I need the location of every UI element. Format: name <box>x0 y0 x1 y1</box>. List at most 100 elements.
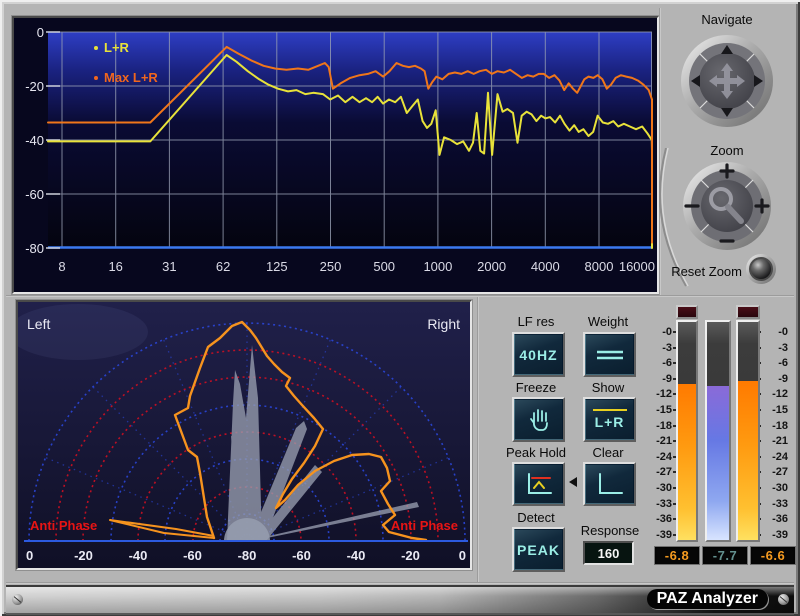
meter-scale-right-label: -36 <box>762 513 788 525</box>
response-value: 160 <box>598 546 620 561</box>
show-value: L+R <box>595 414 625 430</box>
response-value-display[interactable]: 160 <box>583 541 634 565</box>
peak-hold-button[interactable] <box>512 462 565 506</box>
spectrum-y-tick: -60 <box>25 187 44 202</box>
polar-axis-tick: -60 <box>292 548 311 563</box>
spectrum-x-tick: 250 <box>320 259 342 274</box>
legend-item-lr: L+R <box>94 40 129 55</box>
meter-scale-right-label: -27 <box>762 466 788 478</box>
clip-indicator-right[interactable] <box>736 305 760 319</box>
freeze-button[interactable] <box>512 397 565 442</box>
meter-bar-right[interactable] <box>736 320 760 542</box>
meter-scale-left-label: -15 <box>646 404 672 416</box>
meter-scale-left-label: -18 <box>646 420 672 432</box>
lf-res-label: LF res <box>496 315 576 329</box>
show-label: Show <box>568 381 648 395</box>
screw-icon-right <box>778 594 789 605</box>
weight-icon <box>595 348 625 362</box>
paz-analyzer-window: 0-20-40-60-80816316212525050010002000400… <box>0 0 800 616</box>
detect-label: Detect <box>496 511 576 525</box>
clear-button[interactable] <box>583 462 636 506</box>
legend-dot-max-lr <box>94 76 98 80</box>
meter-scale-left-label: -6 <box>646 357 672 369</box>
spectrum-y-tick: -80 <box>25 241 44 256</box>
detect-button[interactable]: PEAK <box>512 527 565 572</box>
plugin-title: PAZ Analyzer <box>647 589 768 609</box>
spectrum-x-tick: 1000 <box>423 259 452 274</box>
polar-axis-tick: -80 <box>238 548 257 563</box>
panel-seam-horizontal <box>6 295 794 297</box>
bottom-bar: PAZ Analyzer <box>6 585 794 615</box>
screw-icon-left <box>12 594 23 605</box>
meter-fill-left <box>678 384 696 540</box>
clip-indicator-left[interactable] <box>676 305 698 319</box>
stereo-position-display[interactable]: 0-20-40-60-80-60-40-200 Left Right Anti … <box>16 300 472 570</box>
meter-scale-left-label: -30 <box>646 482 672 494</box>
meter-scale-right-label: -18 <box>762 420 788 432</box>
polar-axis-tick: -20 <box>401 548 420 563</box>
meter-scale-right-label: -33 <box>762 498 788 510</box>
meter-scale-left-label: -24 <box>646 451 672 463</box>
meter-scale-right-label: -6 <box>762 357 788 369</box>
navigate-pad[interactable] <box>679 33 775 129</box>
meter-readout-right[interactable]: -6.6 <box>750 546 796 565</box>
meter-fill-right <box>738 381 758 540</box>
panel-seam-vertical-bottom <box>477 297 479 583</box>
meter-readout-right-value: -6.6 <box>761 548 785 563</box>
meter-scale-right-label: -3 <box>762 342 788 354</box>
spectrum-x-tick: 125 <box>266 259 288 274</box>
spectrum-x-tick: 8000 <box>585 259 614 274</box>
clear-axes-icon <box>595 471 625 497</box>
right-channel-label: Right <box>427 316 460 332</box>
meter-readout-mid-value: -7.7 <box>713 548 737 563</box>
spectrum-y-tick: 0 <box>37 25 44 40</box>
weight-button[interactable] <box>583 332 636 377</box>
meter-scale-right-label: -9 <box>762 373 788 385</box>
legend-item-max-lr: Max L+R <box>94 70 158 85</box>
antiphase-left-label: Anti Phase <box>30 518 97 533</box>
meter-scale-left-label: -21 <box>646 435 672 447</box>
antiphase-right-label: Anti Phase <box>391 518 458 533</box>
lf-res-button[interactable]: 40HZ <box>512 332 565 377</box>
spectrum-x-tick: 2000 <box>477 259 506 274</box>
legend-label-max-lr: Max L+R <box>104 70 158 85</box>
show-overline <box>593 409 627 411</box>
freeze-label: Freeze <box>496 381 576 395</box>
meter-scale-left-label: -3 <box>646 342 672 354</box>
meter-bar-mid[interactable] <box>705 320 731 542</box>
meter-scale-left-label: -9 <box>646 373 672 385</box>
meter-readout-mid[interactable]: -7.7 <box>702 546 748 565</box>
spectrum-x-tick: 4000 <box>531 259 560 274</box>
navigate-label: Navigate <box>677 13 777 27</box>
meter-scale-left-label: -27 <box>646 466 672 478</box>
meter-fill-mid <box>707 386 729 540</box>
lf-res-value: 40HZ <box>519 347 557 363</box>
weight-label: Weight <box>568 315 648 329</box>
spectrum-x-tick: 8 <box>58 259 65 274</box>
show-button[interactable]: L+R <box>583 397 636 442</box>
spectrum-x-tick: 16000 <box>619 259 655 274</box>
polar-axis-tick: -40 <box>347 548 366 563</box>
peak-hold-icon <box>524 471 554 497</box>
meter-scale-right-label: -30 <box>762 482 788 494</box>
spectrum-x-tick: 31 <box>162 259 176 274</box>
spectrum-display[interactable]: 0-20-40-60-80816316212525050010002000400… <box>12 16 659 294</box>
spectrum-y-tick: -20 <box>25 79 44 94</box>
polar-axis-tick: -40 <box>129 548 148 563</box>
spectrum-x-tick: 62 <box>216 259 230 274</box>
panel-seam-above-bar <box>6 582 794 584</box>
meter-readout-left[interactable]: -6.8 <box>654 546 700 565</box>
freeze-hand-icon <box>526 407 552 433</box>
polar-axis-tick: 0 <box>26 548 33 563</box>
reset-zoom-button[interactable] <box>745 253 777 285</box>
left-channel-label: Left <box>27 316 50 332</box>
link-triangle-icon <box>569 477 577 487</box>
polar-axis-tick: -60 <box>183 548 202 563</box>
meter-scale-right-label: -39 <box>762 529 788 541</box>
meter-scale-right-label: -0 <box>762 326 788 338</box>
zoom-pad[interactable] <box>681 160 773 252</box>
spectrum-y-tick: -40 <box>25 133 44 148</box>
meter-bar-left[interactable] <box>676 320 698 542</box>
detect-value: PEAK <box>517 542 560 558</box>
meter-scale-right-label: -12 <box>762 388 788 400</box>
